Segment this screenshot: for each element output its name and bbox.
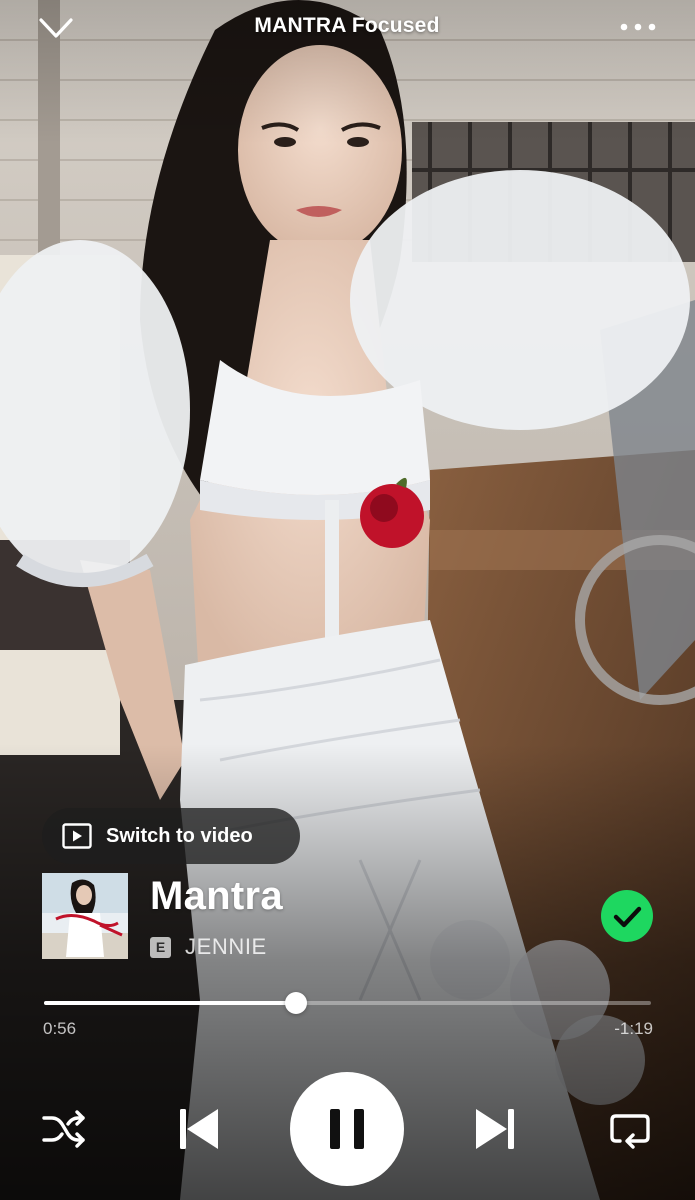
shuffle-icon	[42, 1110, 85, 1148]
top-bar: MANTRA Focused	[0, 0, 695, 56]
more-horizontal-icon	[620, 23, 656, 31]
track-title[interactable]: Mantra	[150, 874, 283, 919]
playback-progress-slider[interactable]	[44, 991, 651, 1015]
repeat-button[interactable]	[606, 1108, 654, 1150]
remaining-time: -1:19	[614, 1019, 653, 1038]
shuffle-button[interactable]	[40, 1108, 88, 1150]
pause-icon	[330, 1109, 364, 1149]
repeat-icon	[610, 1114, 650, 1149]
progress-fill	[44, 1001, 296, 1005]
progress-knob[interactable]	[284, 992, 307, 1014]
video-play-icon	[62, 823, 92, 849]
more-options-button[interactable]	[614, 14, 662, 40]
next-track-button[interactable]	[472, 1106, 520, 1152]
switch-to-video-button[interactable]: Switch to video	[42, 808, 300, 864]
check-circle-icon	[601, 890, 653, 942]
switch-to-video-label: Switch to video	[106, 824, 253, 847]
previous-track-button[interactable]	[174, 1106, 222, 1152]
skip-previous-icon	[180, 1109, 218, 1149]
liked-button[interactable]	[601, 890, 653, 942]
play-pause-button[interactable]	[290, 1072, 404, 1186]
explicit-badge: E	[150, 937, 171, 958]
elapsed-time: 0:56	[43, 1019, 77, 1038]
chevron-down-icon	[39, 18, 73, 38]
album-cover[interactable]	[42, 873, 128, 959]
artist-name[interactable]: JENNIE	[185, 934, 267, 960]
context-title[interactable]: MANTRA Focused	[147, 14, 547, 38]
skip-next-icon	[476, 1109, 514, 1149]
collapse-button[interactable]	[36, 12, 76, 44]
